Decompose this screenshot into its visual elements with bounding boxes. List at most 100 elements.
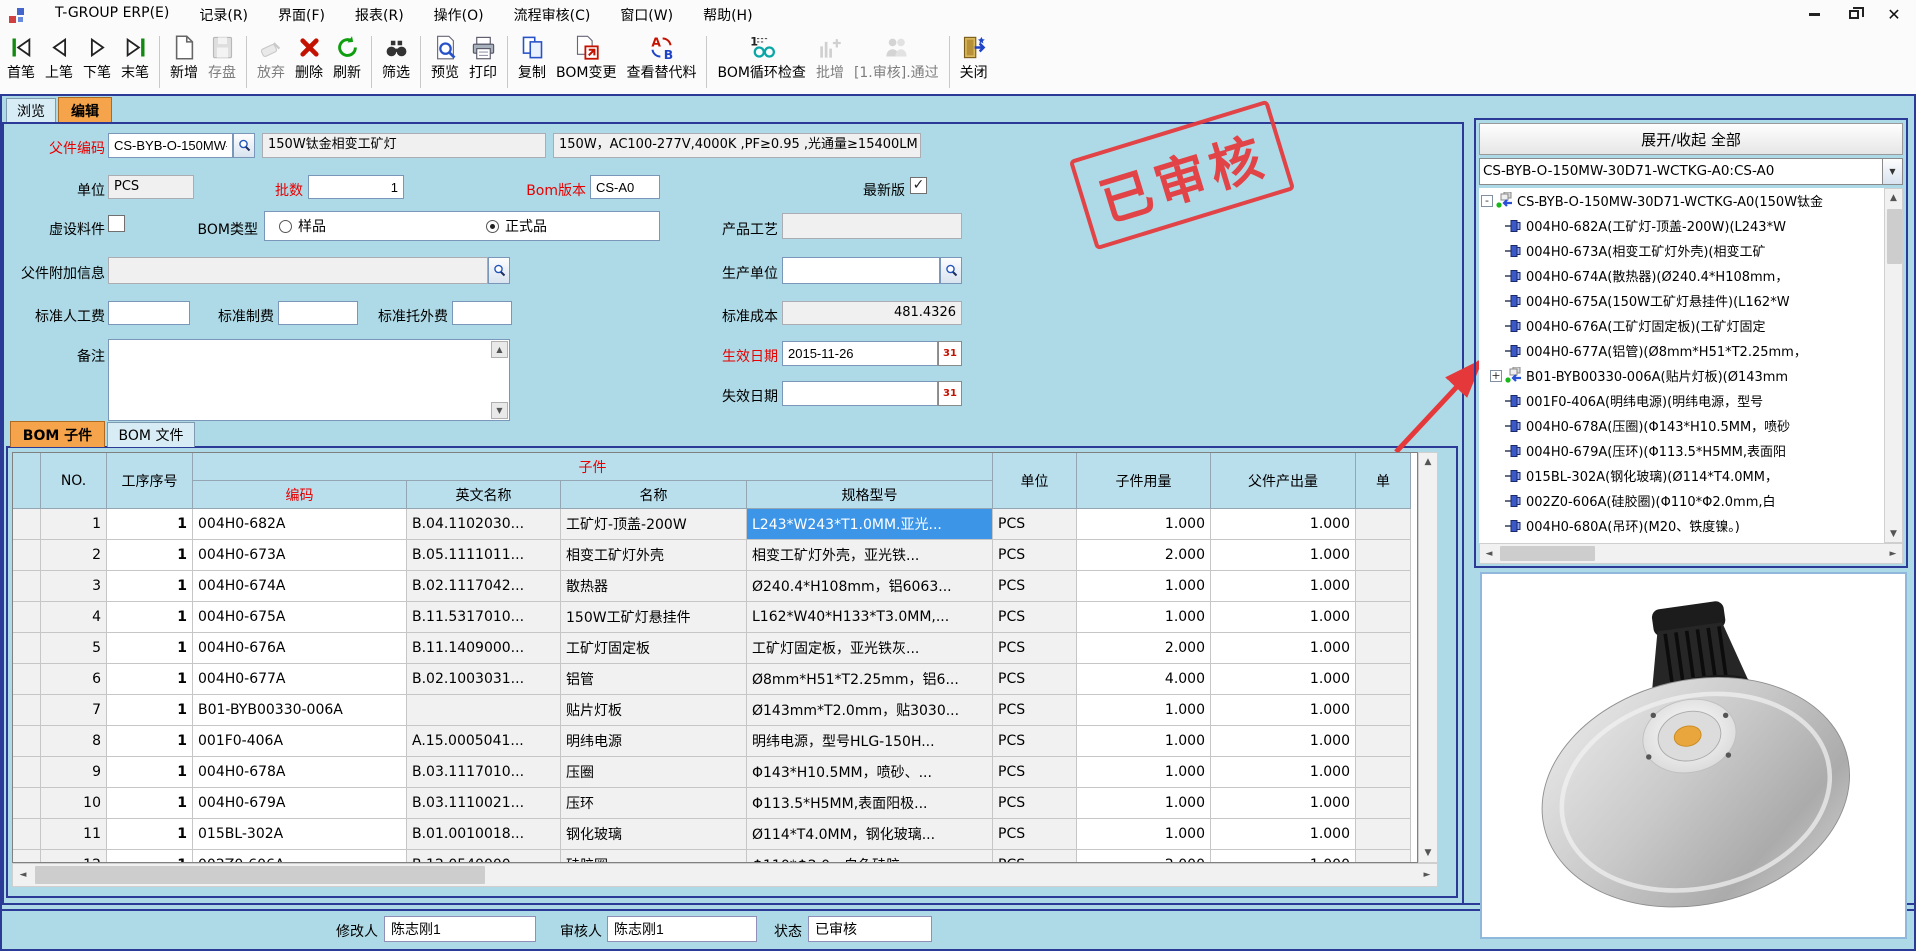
- col-qty[interactable]: 子件用量: [1077, 453, 1211, 509]
- row-indicator[interactable]: [13, 788, 41, 819]
- cell-spec[interactable]: Φ143*H10.5MM，喷砂、...: [747, 757, 993, 788]
- scroll-left-icon[interactable]: ◄: [13, 864, 33, 886]
- cell-code[interactable]: 004H0-677A: [193, 664, 407, 695]
- table-row[interactable]: 1 1 004H0-682A B.04.1102030... 工矿灯-顶盖-20…: [13, 509, 1417, 540]
- cell-output[interactable]: 1.000: [1211, 788, 1356, 819]
- last-record-button[interactable]: 末笔: [116, 33, 154, 83]
- menu-item[interactable]: 界面(F): [263, 5, 340, 25]
- scrollbar-thumb[interactable]: [1500, 546, 1595, 561]
- copy-button[interactable]: 复制: [513, 33, 551, 83]
- scroll-up-icon[interactable]: ▲: [1885, 189, 1902, 206]
- cell-qty[interactable]: 2.000: [1077, 850, 1211, 863]
- status-field[interactable]: [808, 916, 932, 942]
- col-name[interactable]: 名称: [561, 481, 747, 509]
- table-row[interactable]: 4 1 004H0-675A B.11.5317010... 150W工矿灯悬挂…: [13, 602, 1417, 633]
- restore-button[interactable]: [1846, 6, 1862, 22]
- scroll-right-icon[interactable]: ►: [1417, 864, 1437, 886]
- col-spec[interactable]: 规格型号: [747, 481, 993, 509]
- cell-code[interactable]: 001F0-406A: [193, 726, 407, 757]
- cell-qty[interactable]: 1.000: [1077, 602, 1211, 633]
- tree-node[interactable]: 004H0-680A(吊环)(M20、铁度镍。): [1479, 513, 1884, 538]
- tree-node[interactable]: 004H0-673A(相变工矿灯外壳)(相变工矿: [1479, 238, 1884, 263]
- cell-spec[interactable]: Φ110*Φ2.0，白色硅胶...: [747, 850, 993, 863]
- row-indicator[interactable]: [13, 509, 41, 540]
- audited-by-input[interactable]: [607, 916, 757, 942]
- cell-output[interactable]: 1.000: [1211, 540, 1356, 571]
- prod-unit-lookup-button[interactable]: [940, 257, 962, 284]
- effective-date-calendar-button[interactable]: 31: [938, 341, 962, 366]
- scroll-left-icon[interactable]: ◄: [1480, 544, 1498, 563]
- batch-add-button[interactable]: 批增: [811, 33, 849, 83]
- tree-horizontal-scrollbar[interactable]: ◄ ►: [1479, 543, 1903, 564]
- cell-qty[interactable]: 1.000: [1077, 819, 1211, 850]
- bom-change-button[interactable]: BOM变更: [551, 33, 621, 83]
- view-substitute-button[interactable]: AB 查看替代料: [621, 33, 701, 83]
- parent-code-lookup-button[interactable]: [233, 133, 255, 158]
- cell-seq[interactable]: 1: [107, 726, 193, 757]
- table-row[interactable]: 10 1 004H0-679A B.03.1110021... 压环 Φ113.…: [13, 788, 1417, 819]
- scroll-down-icon[interactable]: ▼: [1885, 525, 1902, 542]
- cell-seq[interactable]: 1: [107, 850, 193, 863]
- row-indicator[interactable]: [13, 540, 41, 571]
- menu-item[interactable]: 流程审核(C): [499, 5, 606, 25]
- cell-output[interactable]: 1.000: [1211, 602, 1356, 633]
- col-extra[interactable]: 单: [1356, 453, 1411, 509]
- cell-code[interactable]: 004H0-675A: [193, 602, 407, 633]
- radio-official[interactable]: [486, 220, 499, 233]
- cell-seq[interactable]: 1: [107, 664, 193, 695]
- cell-output[interactable]: 1.000: [1211, 509, 1356, 540]
- cell-seq[interactable]: 1: [107, 540, 193, 571]
- next-record-button[interactable]: 下笔: [78, 33, 116, 83]
- cell-qty[interactable]: 1.000: [1077, 509, 1211, 540]
- radio-sample[interactable]: [279, 220, 292, 233]
- row-indicator[interactable]: [13, 850, 41, 863]
- cell-seq[interactable]: 1: [107, 602, 193, 633]
- bom-loop-check-button[interactable]: 1 BOM循环检查: [712, 33, 810, 83]
- col-en-name[interactable]: 英文名称: [407, 481, 561, 509]
- table-row[interactable]: 2 1 004H0-673A B.05.1111011... 相变工矿灯外壳 相…: [13, 540, 1417, 571]
- cell-code[interactable]: 004H0-673A: [193, 540, 407, 571]
- expand-collapse-all-button[interactable]: 展开/收起 全部: [1479, 123, 1903, 155]
- menu-item[interactable]: T-GROUP ERP(E): [40, 5, 184, 25]
- delete-button[interactable]: 删除: [290, 33, 328, 83]
- first-record-button[interactable]: 首笔: [2, 33, 40, 83]
- batch-input[interactable]: [308, 175, 404, 199]
- bom-selector-dropdown[interactable]: CS-BYB-O-150MW-30D71-WCTKG-A0:CS-A0 ▼: [1479, 158, 1903, 185]
- remark-scroll-down[interactable]: ▼: [491, 402, 508, 419]
- cell-qty[interactable]: 1.000: [1077, 571, 1211, 602]
- tree-node[interactable]: 004H0-676A(工矿灯固定板)(工矿灯固定: [1479, 313, 1884, 338]
- cell-code[interactable]: 004H0-679A: [193, 788, 407, 819]
- cell-qty[interactable]: 1.000: [1077, 757, 1211, 788]
- cell-code[interactable]: 004H0-678A: [193, 757, 407, 788]
- menu-item[interactable]: 操作(O): [419, 5, 499, 25]
- prod-unit-input[interactable]: [782, 257, 940, 284]
- add-button[interactable]: 新增: [165, 33, 203, 83]
- row-indicator[interactable]: [13, 757, 41, 788]
- cell-code[interactable]: 015BL-302A: [193, 819, 407, 850]
- table-row[interactable]: 11 1 015BL-302A B.01.0010018... 钢化玻璃 Ø11…: [13, 819, 1417, 850]
- cell-seq[interactable]: 1: [107, 819, 193, 850]
- cell-spec[interactable]: 工矿灯固定板，亚光铁灰...: [747, 633, 993, 664]
- col-unit[interactable]: 单位: [993, 453, 1077, 509]
- table-row[interactable]: 6 1 004H0-677A B.02.1003031... 铝管 Ø8mm*H…: [13, 664, 1417, 695]
- cell-seq[interactable]: 1: [107, 757, 193, 788]
- menu-item[interactable]: 窗口(W): [605, 5, 688, 25]
- scrollbar-thumb[interactable]: [35, 866, 485, 884]
- table-row[interactable]: 7 1 B01-BYB00330-006A 贴片灯板 Ø143mm*T2.0mm…: [13, 695, 1417, 726]
- virtual-part-checkbox[interactable]: [108, 215, 125, 232]
- std-mfg-input[interactable]: [278, 301, 358, 325]
- cell-spec[interactable]: 明纬电源，型号HLG-150H...: [747, 726, 993, 757]
- cell-spec[interactable]: Φ113.5*H5MM,表面阳极...: [747, 788, 993, 819]
- tree-node[interactable]: 002Z0-606A(硅胶圈)(Φ110*Φ2.0mm,白: [1479, 488, 1884, 513]
- cell-spec[interactable]: Ø8mm*H51*T2.25mm，铝6...: [747, 664, 993, 695]
- print-button[interactable]: 打印: [464, 33, 502, 83]
- cell-output[interactable]: 1.000: [1211, 571, 1356, 602]
- tree-node[interactable]: 001F0-406A(明纬电源)(明纬电源，型号: [1479, 388, 1884, 413]
- menu-item[interactable]: 报表(R): [340, 5, 419, 25]
- latest-version-checkbox[interactable]: ✓: [910, 177, 927, 194]
- cell-qty[interactable]: 2.000: [1077, 540, 1211, 571]
- expire-date-input[interactable]: [782, 381, 938, 406]
- cell-seq[interactable]: 1: [107, 509, 193, 540]
- tree-expander[interactable]: +: [1490, 370, 1502, 382]
- preview-button[interactable]: 预览: [426, 33, 464, 83]
